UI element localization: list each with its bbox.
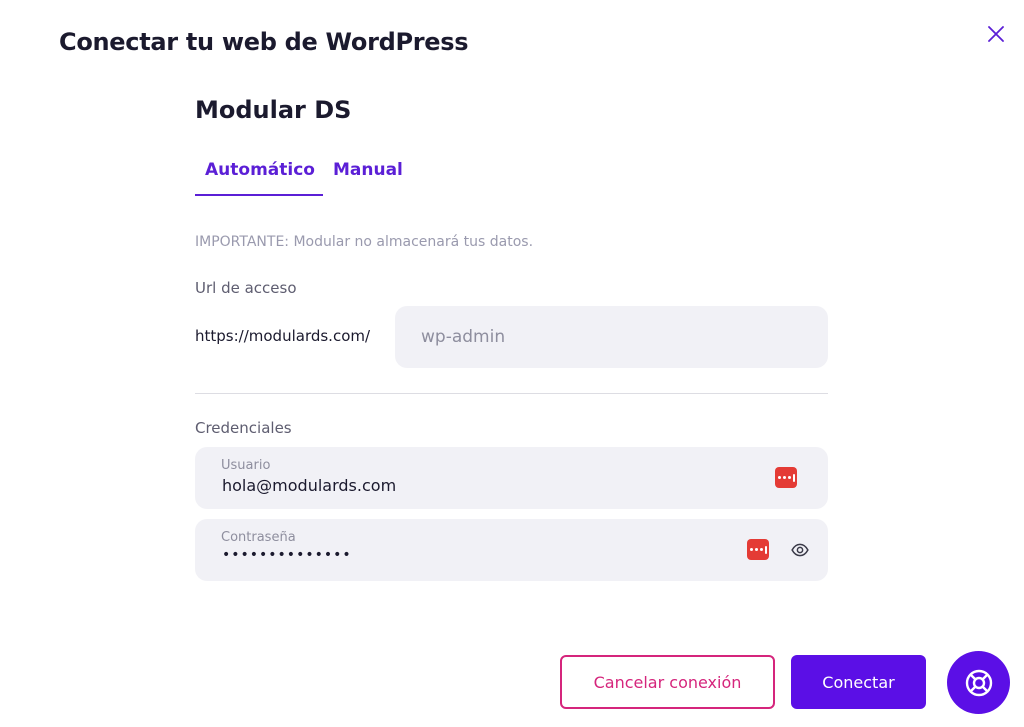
connection-mode-tabs: Automático Manual [195,152,413,196]
close-button[interactable] [984,22,1008,46]
privacy-notice: IMPORTANTE: Modular no almacenará tus da… [195,234,534,250]
tab-automatic[interactable]: Automático [195,152,323,196]
url-prefix: https://modulards.com/ [195,327,371,345]
help-button[interactable] [947,651,1010,714]
password-field[interactable]: Contraseña •••••••••••••• [195,519,828,581]
lifebuoy-icon [965,669,992,696]
eye-icon[interactable] [791,541,809,559]
username-field[interactable]: Usuario hola@modulards.com [195,447,828,509]
password-label: Contraseña [221,530,296,545]
password-manager-icon[interactable] [747,539,769,560]
credentials-label: Credenciales [195,419,292,437]
tab-manual[interactable]: Manual [323,152,413,196]
close-icon [988,26,1004,42]
dialog-title: Conectar tu web de WordPress [59,28,469,56]
connect-button[interactable]: Conectar [791,655,926,709]
password-value: •••••••••••••• [222,547,352,563]
cancel-connection-button[interactable]: Cancelar conexión [560,655,775,709]
login-path-input[interactable] [395,306,828,368]
username-label: Usuario [221,458,271,473]
password-manager-icon[interactable] [775,467,797,488]
site-name: Modular DS [195,96,352,124]
username-value: hola@modulards.com [222,476,397,495]
access-url-label: Url de acceso [195,279,297,297]
divider [195,393,828,394]
